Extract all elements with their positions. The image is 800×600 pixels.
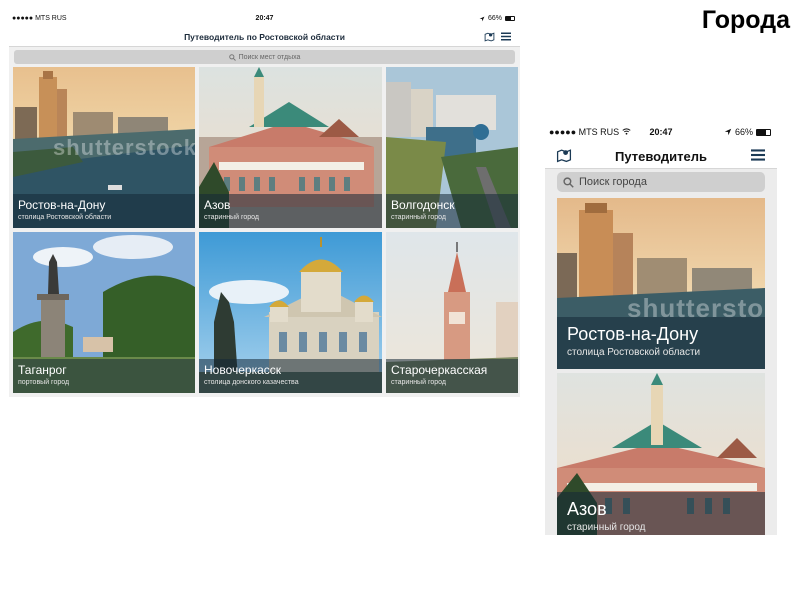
slide: Города ●●●●● MTS RUS 20:47 66% Путеводит… — [0, 0, 800, 600]
tablet-nav-bar: Путеводитель по Ростовской области — [9, 27, 520, 47]
status-time: 20:47 — [255, 15, 274, 22]
status-time: 20:47 — [649, 127, 673, 137]
carrier-label: ●●●●● MTS RUS — [549, 127, 620, 137]
city-subtitle: портовый город — [18, 379, 70, 386]
city-name: Новочеркасск — [204, 363, 282, 377]
tablet-search-input[interactable]: Поиск мест отдыха — [14, 50, 515, 64]
tablet-status-bar: ●●●●● MTS RUS 20:47 66% — [9, 11, 520, 27]
phone-status-bar: ●●●●● MTS RUS 20:47 66% — [545, 121, 777, 143]
carrier-label: ●●●●● MTS RUS — [12, 15, 67, 22]
city-tile-starocherkasskaya[interactable]: Старочеркасская старинный город — [386, 232, 518, 393]
city-subtitle: столица Ростовской области — [18, 214, 112, 221]
city-name: Волгодонск — [391, 198, 455, 212]
battery-percent: 66% — [734, 127, 753, 137]
city-name: Азов — [204, 198, 231, 212]
phone-nav-title: Путеводитель — [614, 149, 707, 164]
search-placeholder: Поиск города — [579, 176, 647, 188]
hamburger-menu-icon[interactable] — [501, 32, 511, 41]
phone-city-list: shutterstock Ростов-на-Дону столица Рост… — [557, 198, 765, 535]
city-name: Таганрог — [18, 363, 67, 377]
battery-icon — [756, 128, 771, 136]
location-arrow-icon — [724, 128, 732, 136]
phone-screen: ●●●●● MTS RUS 20:47 66% Путеводитель Пои… — [545, 121, 777, 535]
location-arrow-icon — [479, 16, 485, 21]
hamburger-menu-icon[interactable] — [751, 149, 765, 161]
city-tile-azov[interactable]: Азов старинный город — [557, 373, 765, 535]
search-icon — [563, 176, 574, 188]
city-subtitle: столица донского казачества — [204, 379, 299, 386]
city-tile-volgodonsk[interactable]: Волгодонск старинный город — [386, 67, 518, 228]
search-icon — [228, 53, 236, 61]
battery-icon — [505, 16, 515, 21]
city-tile-novocherkassk[interactable]: Новочеркасск столица донского казачества — [199, 232, 382, 393]
phone-search-input[interactable]: Поиск города — [557, 172, 765, 192]
city-subtitle: старинный город — [391, 214, 446, 221]
city-name: Старочеркасская — [391, 363, 488, 377]
wifi-icon — [622, 128, 631, 135]
phone-nav-bar: Путеводитель — [545, 143, 777, 169]
tablet-nav-title: Путеводитель по Ростовской области — [184, 32, 345, 42]
city-name: Ростов-на-Дону — [18, 198, 106, 212]
city-subtitle: столица Ростовской области — [567, 347, 701, 358]
city-name: Ростов-на-Дону — [567, 324, 699, 344]
city-tile-rostov[interactable]: shutterstock Ростов-на-Дону столица Рост… — [13, 67, 195, 228]
search-placeholder: Поиск мест отдыха — [238, 53, 301, 61]
slide-title: Города — [701, 6, 790, 34]
tablet-screen: ●●●●● MTS RUS 20:47 66% Путеводитель по … — [9, 11, 520, 397]
city-tile-rostov[interactable]: shutterstock Ростов-на-Дону столица Рост… — [557, 198, 765, 369]
map-pin-icon[interactable] — [484, 31, 495, 42]
city-name: Азов — [567, 499, 607, 519]
city-subtitle: старинный город — [204, 214, 259, 221]
city-tile-azov[interactable]: Азов старинный город — [199, 67, 382, 228]
watermark: shutterstock — [53, 135, 195, 160]
battery-percent: 66% — [487, 15, 502, 22]
city-subtitle: старинный город — [391, 379, 446, 386]
city-subtitle: старинный город — [567, 522, 646, 533]
city-tile-taganrog[interactable]: Таганрог портовый город — [13, 232, 195, 393]
tablet-city-grid: shutterstock Ростов-на-Дону столица Рост… — [13, 67, 518, 393]
